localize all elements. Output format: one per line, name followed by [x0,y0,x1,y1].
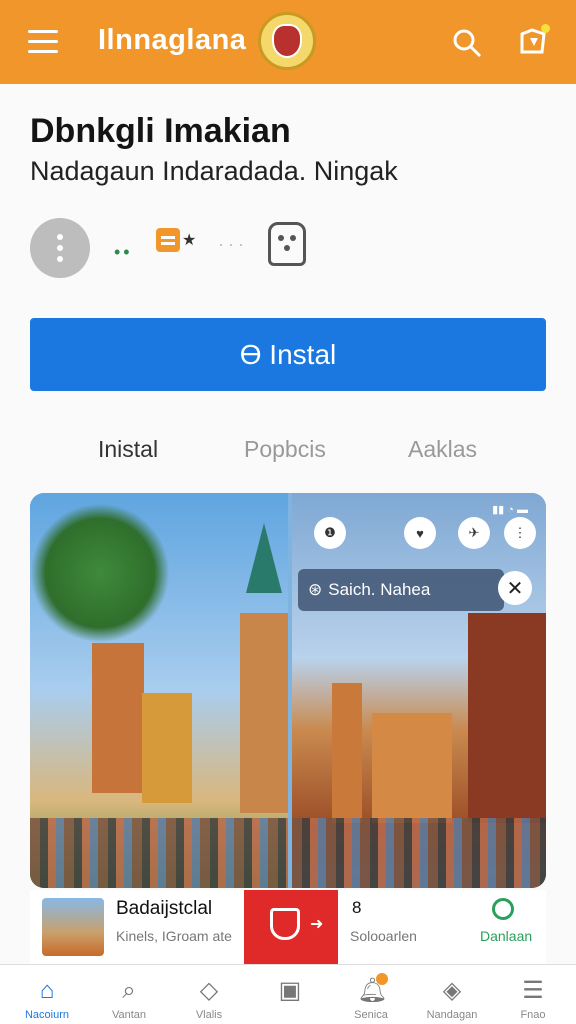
tower-shape [142,693,192,803]
ring-icon [492,898,514,920]
nav-clipboard[interactable]: ▣ [249,965,331,1024]
top-app-bar: Ilnnaglana [0,0,576,84]
separator-dots: ··· [218,234,248,254]
tab-install[interactable]: Inistal [98,436,158,463]
home-icon: ⌂ [39,977,55,1004]
tab-aaklas[interactable]: Aaklas [408,436,477,463]
app-name: Dbnkgli Imakian [30,112,291,150]
building-shape [468,613,546,823]
church-tower-shape [240,613,288,813]
profile-icon[interactable] [516,24,550,58]
screenshot-image-1[interactable] [30,493,288,888]
close-icon[interactable]: ✕ [498,571,532,605]
related-count-label: Solooarlen [350,928,417,944]
overlay-label[interactable]: ⊛ Saich. Nahea [298,569,504,611]
rating-dots: •• [114,242,133,262]
crowd-shape [292,818,546,888]
notification-badge [376,973,388,985]
building-shape [372,713,452,823]
nav-compass[interactable]: ◈ Nandagan [411,965,493,1024]
status-bar-icons: ▮▮ ◔ ▬ [492,504,528,516]
compass-icon: ◈ [442,977,462,1004]
search-icon: ⌕ [122,977,136,1004]
palm-tree-shape [30,503,170,643]
shield-icon [270,908,300,940]
crowd-shape [30,818,288,888]
nav-label: Fnao [520,1009,546,1021]
screenshot-image-2[interactable]: ▮▮ ◔ ▬ ❶ ♥ ✈ ⋮ ⊛ Saich. Nahea ✕ ↻ [292,493,546,888]
tab-bar: Inistal Popbcis Aaklas [30,436,546,472]
promo-panel[interactable]: ➜ [244,890,338,964]
clipboard-icon: ▣ [278,977,302,1004]
app-bar-title: Ilnnaglana [98,24,247,56]
related-app-subtitle: Kinels, IGroam ate [116,928,232,944]
badge-icon [156,228,180,252]
church-spire-shape [246,523,282,593]
install-button[interactable]: ϴ Instal [30,318,546,391]
related-app-strip[interactable]: Badaijstclal Kinels, IGroam ate ➜ 8 Solo… [30,890,546,964]
nav-label: Nandagan [426,1009,478,1021]
diamond-icon: ◇ [199,977,219,1004]
related-count: 8 [352,898,362,917]
menu-lines-icon: ☰ [522,977,544,1004]
screenshot-gallery[interactable]: ▮▮ ◔ ▬ ❶ ♥ ✈ ⋮ ⊛ Saich. Nahea ✕ ↻ [30,493,546,888]
badge-icon[interactable]: ❶ [314,517,346,549]
bottom-navigation: ⌂ Nacoiurn ⌕ Vantan ◇ Vlalis ▣ 🔔︎ Senica… [0,964,576,1024]
nav-menu[interactable]: ☰ Fnao [492,965,574,1024]
emblem-logo [258,12,316,70]
tab-popbcis[interactable]: Popbcis [244,436,326,463]
app-detail-page: Dbnkgli Imakian Nadagaun Indaradada. Nin… [0,84,576,964]
overlay-text: Saich. Nahea [328,580,431,599]
arrow-icon: ➜ [310,916,324,933]
more-icon[interactable] [30,218,90,278]
nav-diamond[interactable]: ◇ Vlalis [168,965,250,1024]
star-icon: ★ [182,232,197,249]
related-app-thumbnail[interactable] [42,898,104,956]
related-app-title: Badaijstclal [116,898,213,919]
menu-icon[interactable] [28,30,58,54]
nav-home[interactable]: ⌂ Nacoiurn [6,965,88,1024]
search-icon[interactable] [452,28,482,58]
nav-search[interactable]: ⌕ Vantan [88,965,170,1024]
heart-icon[interactable]: ♥ [404,517,436,549]
more-icon[interactable]: ⋮ [504,517,536,549]
nav-label: Vantan [111,1009,147,1021]
overlay-icon: ⊛ [308,580,323,599]
tower-shape [92,643,144,793]
app-subtitle: Nadagaun Indaradada. Ningak [30,156,398,186]
nav-label: Vlalis [195,1009,223,1021]
nav-notifications[interactable]: 🔔︎ Senica [330,965,412,1024]
notification-dot [541,24,550,33]
nav-label: Senica [354,1009,388,1021]
nav-label: Nacoiurn [24,1009,70,1021]
related-action-label[interactable]: Danlaan [480,928,532,944]
pin-icon[interactable]: ✈ [458,517,490,549]
robot-icon [268,222,306,266]
clock-tower-shape [332,683,362,823]
